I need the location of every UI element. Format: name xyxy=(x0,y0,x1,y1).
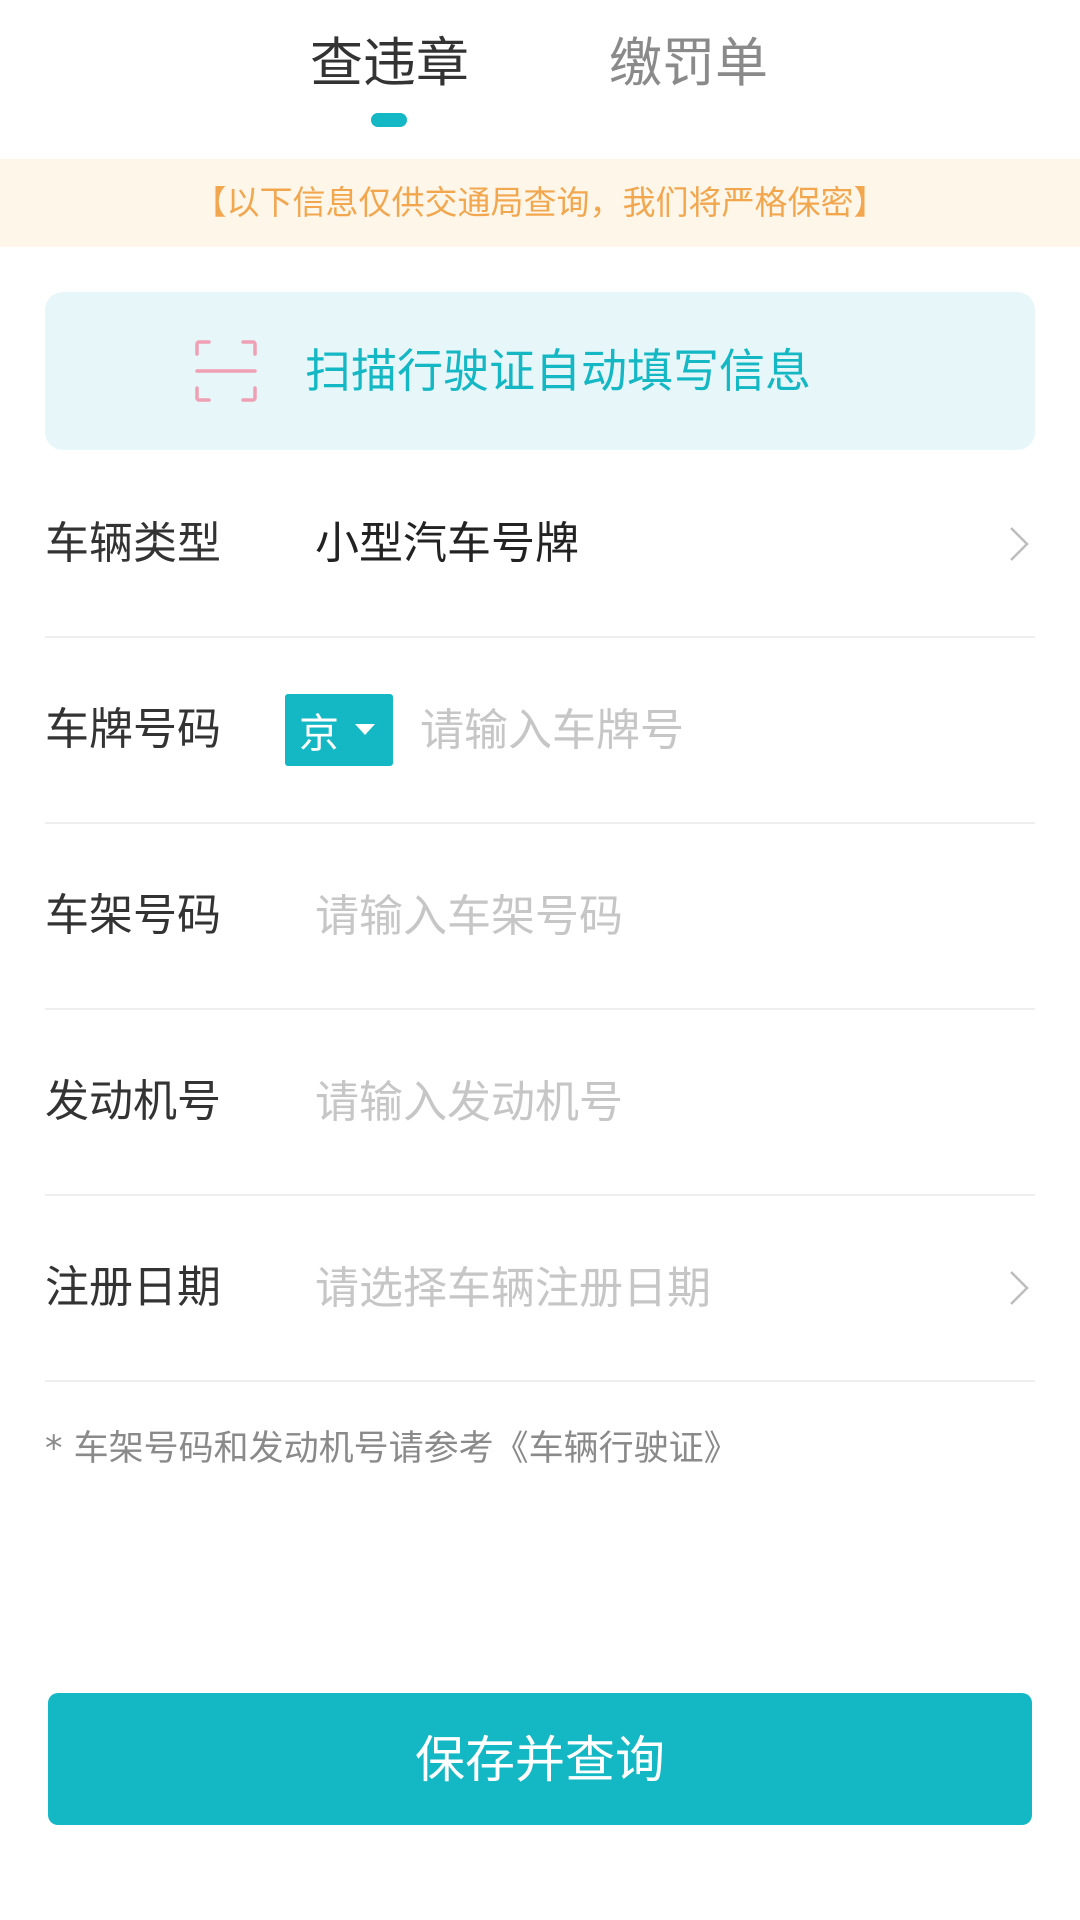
chevron-right-icon xyxy=(1010,527,1029,561)
tab-pay-fines[interactable]: 缴罚单 xyxy=(609,28,768,100)
frame-number-row: 车架号码 xyxy=(45,824,1035,1010)
active-tab-indicator xyxy=(371,113,407,127)
frame-number-label: 车架号码 xyxy=(45,890,221,941)
vehicle-type-row[interactable]: 车辆类型 小型汽车号牌 xyxy=(45,452,1035,638)
footnote-hint: * 车架号码和发动机号请参考《车辆行驶证》 xyxy=(45,1429,739,1469)
engine-number-label: 发动机号 xyxy=(45,1076,221,1127)
engine-number-row: 发动机号 xyxy=(45,1010,1035,1196)
engine-number-input[interactable] xyxy=(315,1072,955,1132)
register-date-label: 注册日期 xyxy=(45,1262,221,1313)
register-date-row[interactable]: 注册日期 xyxy=(45,1196,1035,1382)
plate-number-label: 车牌号码 xyxy=(45,704,221,755)
violation-query-page: 查违章 缴罚单 【以下信息仅供交通局查询，我们将严格保密】 扫描行驶证自动填写信… xyxy=(0,0,1080,1920)
province-selector[interactable]: 京 xyxy=(285,694,393,766)
scan-frame-icon xyxy=(195,340,257,402)
privacy-notice: 【以下信息仅供交通局查询，我们将严格保密】 xyxy=(0,159,1080,247)
caret-down-icon xyxy=(355,724,375,735)
scan-license-button[interactable]: 扫描行驶证自动填写信息 xyxy=(45,292,1035,450)
vehicle-type-value: 小型汽车号牌 xyxy=(315,518,579,569)
register-date-input[interactable] xyxy=(315,1258,955,1318)
plate-number-row: 车牌号码 京 xyxy=(45,638,1035,824)
scan-license-label: 扫描行驶证自动填写信息 xyxy=(305,344,811,398)
frame-number-input[interactable] xyxy=(315,886,955,946)
tab-check-violations[interactable]: 查违章 xyxy=(310,28,469,100)
chevron-right-icon xyxy=(1010,1271,1029,1305)
tab-bar: 查违章 缴罚单 xyxy=(0,0,1080,160)
province-value: 京 xyxy=(299,711,339,757)
vehicle-type-label: 车辆类型 xyxy=(45,518,221,569)
plate-number-input[interactable] xyxy=(420,700,1020,760)
save-and-query-button[interactable]: 保存并查询 xyxy=(48,1693,1032,1825)
